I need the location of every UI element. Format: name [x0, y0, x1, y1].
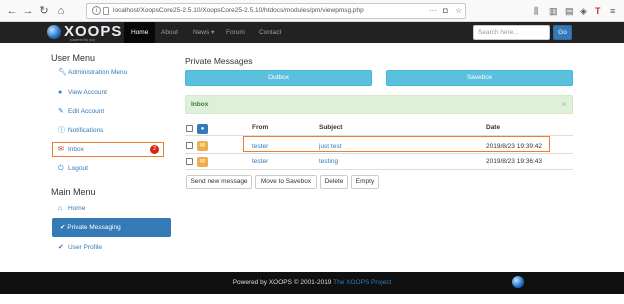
- home-icon: ⌂: [58, 205, 63, 212]
- sidebar-item-label: Logout: [68, 165, 88, 172]
- column-date: Date: [486, 124, 501, 131]
- sidebar-item-label: Edit Account: [68, 108, 105, 115]
- sidebar-item-label: Home: [68, 205, 86, 212]
- sidebar-item-label: Notifications: [68, 127, 104, 134]
- sidebar-item-private-messaging[interactable]: ✔ Private Messaging: [52, 218, 171, 237]
- row-highlight: [243, 136, 550, 152]
- reload-icon[interactable]: ↻: [36, 3, 52, 19]
- extension-icon[interactable]: ◈: [580, 4, 587, 18]
- sidebar-toggle-icon[interactable]: ▥: [549, 4, 558, 18]
- library-icon[interactable]: ⫼: [534, 4, 538, 18]
- check-icon: ✔: [60, 224, 66, 231]
- check-icon: ✔: [58, 244, 64, 251]
- message-date: 2019/8/23 19:36:43: [486, 158, 543, 165]
- envelope-icon: ✉: [197, 157, 208, 167]
- message-subject[interactable]: testing: [319, 158, 338, 165]
- column-from: From: [252, 124, 269, 131]
- sidebar-item-user-profile[interactable]: ✔ User Profile: [58, 241, 102, 254]
- sidebar-item-home[interactable]: ⌂ Home: [58, 202, 85, 215]
- logo-tagline: powered by you: [70, 38, 95, 42]
- power-icon: ⏻: [58, 165, 64, 172]
- page-title: Private Messages: [185, 56, 253, 66]
- wrench-icon: 🔧︎: [58, 69, 67, 76]
- info-icon: ⓘ: [58, 127, 65, 134]
- pocket-icon[interactable]: ◘: [443, 4, 448, 18]
- footer-credits: Powered by XOOPS © 2001-2019 The XOOPS P…: [0, 279, 624, 286]
- address-bar[interactable]: i localhost/XoopsCore25-2.5.10/XoopsCore…: [86, 3, 466, 19]
- pencil-icon: ✎: [58, 108, 64, 115]
- sidebar-item-logout[interactable]: ⏻ Logout: [58, 162, 88, 175]
- nav-news[interactable]: News ▾: [186, 22, 221, 43]
- reader-icon[interactable]: ▤: [565, 4, 574, 18]
- inbox-label: Inbox: [191, 101, 209, 108]
- sidebar-item-edit-account[interactable]: ✎ Edit Account: [58, 105, 104, 118]
- bookmark-star-icon[interactable]: ☆: [455, 4, 462, 18]
- delete-button[interactable]: Delete: [320, 175, 348, 189]
- lock-icon: [103, 7, 109, 15]
- row-checkbox[interactable]: [186, 142, 193, 149]
- message-status-icon: ●: [197, 124, 208, 134]
- nav-news-label: News: [193, 29, 210, 36]
- url-text: localhost/XoopsCore25-2.5.10/XoopsCore25…: [113, 7, 364, 14]
- send-new-message-button[interactable]: Send new message: [186, 175, 252, 189]
- sidebar-item-inbox[interactable]: ✉ Inbox: [58, 143, 84, 156]
- user-icon: ●: [58, 89, 63, 96]
- search-input[interactable]: [473, 25, 550, 40]
- main-menu-heading: Main Menu: [51, 187, 96, 197]
- footer-link[interactable]: The XOOPS Project: [333, 279, 391, 286]
- move-to-savebox-button[interactable]: Move to Savebox: [255, 175, 317, 189]
- sidebar-item-label: View Account: [68, 89, 107, 96]
- sidebar-item-label: Private Messaging: [67, 224, 121, 231]
- close-icon[interactable]: ×: [561, 96, 566, 113]
- outbox-button[interactable]: Outbox: [185, 70, 372, 86]
- nav-home[interactable]: Home: [124, 22, 156, 43]
- back-icon[interactable]: ←: [4, 3, 20, 19]
- footer-text: Powered by XOOPS © 2001-2019: [232, 279, 334, 286]
- inbox-panel-header: Inbox ×: [185, 95, 573, 114]
- forward-icon[interactable]: →: [20, 3, 36, 19]
- sidebar-item-label: Administration Menu: [68, 69, 128, 76]
- search-button[interactable]: Go: [553, 25, 572, 40]
- page-actions-icon[interactable]: ···: [429, 4, 437, 18]
- row-divider: [185, 169, 573, 170]
- sidebar-item-label: Inbox: [68, 146, 84, 153]
- info-icon[interactable]: i: [92, 6, 101, 15]
- savebox-button[interactable]: Savebox: [386, 70, 573, 86]
- row-divider: [185, 153, 573, 154]
- chevron-down-icon: ▾: [211, 29, 215, 36]
- row-checkbox[interactable]: [186, 158, 193, 165]
- nav-contact[interactable]: Contact: [252, 22, 288, 43]
- user-menu-heading: User Menu: [51, 53, 96, 63]
- select-all-checkbox[interactable]: [186, 125, 193, 132]
- xoops-globe-icon: [47, 25, 61, 39]
- column-subject: Subject: [319, 124, 343, 131]
- unread-count-badge: 2: [150, 145, 159, 154]
- empty-button[interactable]: Empty: [351, 175, 379, 189]
- envelope-icon: ✉: [197, 141, 208, 151]
- sidebar-item-administration[interactable]: 🔧︎Administration Menu: [58, 66, 127, 79]
- xoops-globe-icon: [512, 276, 524, 288]
- sidebar-item-label: User Profile: [68, 244, 102, 251]
- nav-about[interactable]: About: [154, 22, 185, 43]
- envelope-icon: ✉: [58, 146, 64, 153]
- message-from[interactable]: tester: [252, 158, 268, 165]
- sidebar-item-view-account[interactable]: ● View Account: [58, 86, 107, 99]
- menu-icon[interactable]: ≡: [610, 4, 615, 18]
- nav-forum[interactable]: Forum: [219, 22, 252, 43]
- browser-toolbar: ← → ↻ ⌂ i localhost/XoopsCore25-2.5.10/X…: [0, 0, 624, 22]
- home-icon[interactable]: ⌂: [53, 3, 69, 19]
- sidebar-item-notifications[interactable]: ⓘ Notifications: [58, 124, 103, 137]
- addon-t-icon[interactable]: T: [595, 4, 601, 18]
